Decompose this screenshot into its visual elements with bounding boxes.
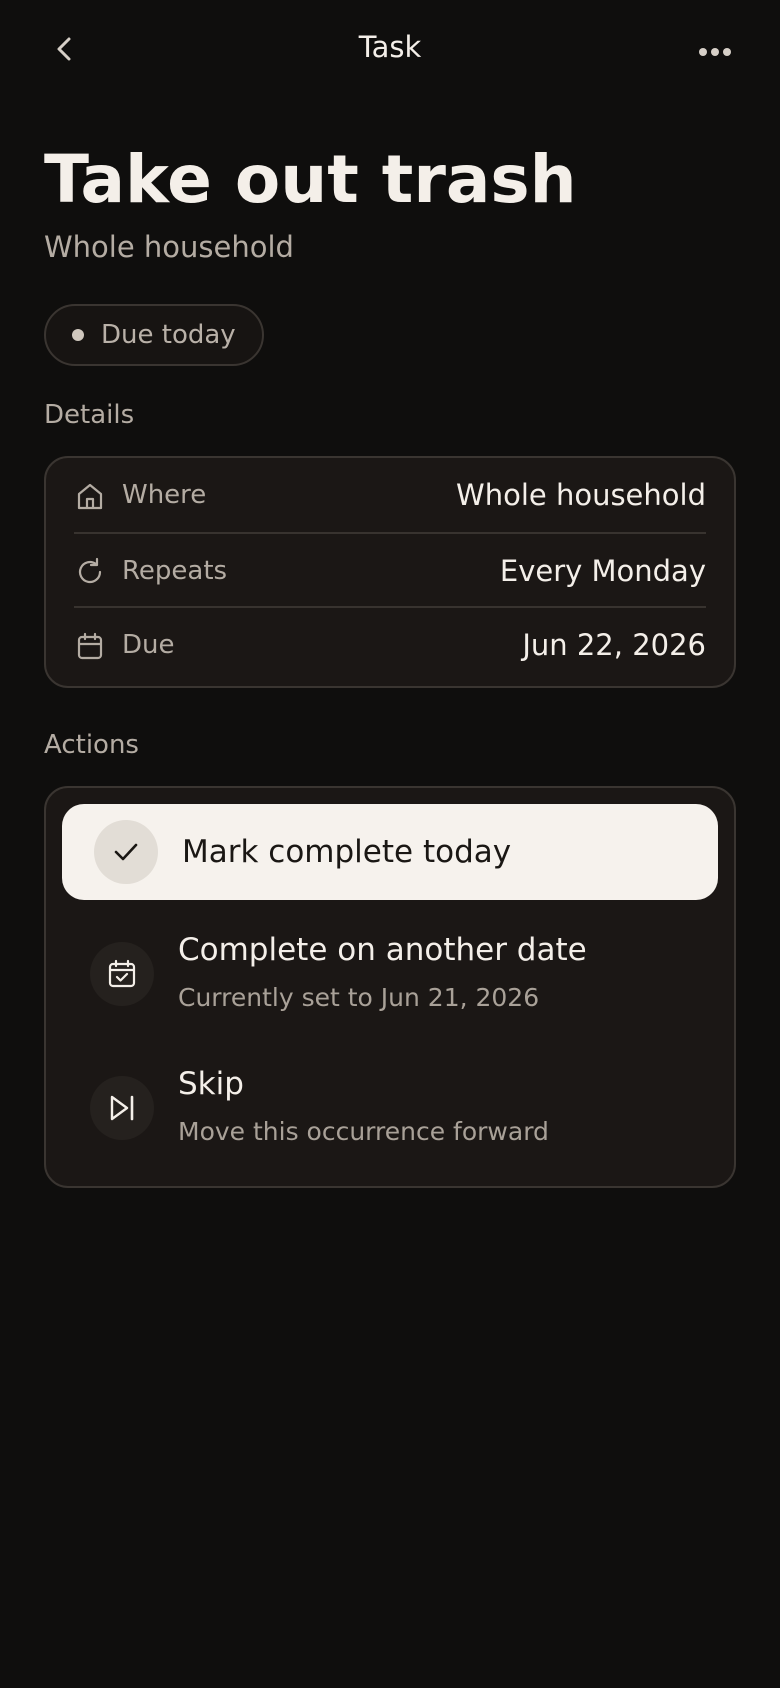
status-dot-icon <box>72 329 84 341</box>
detail-label: Where <box>122 480 207 510</box>
skip-forward-icon <box>90 1076 154 1140</box>
status-text: Due today <box>101 320 236 350</box>
action-title: Skip <box>178 1066 244 1102</box>
detail-row-due: Due Jun 22, 2026 <box>74 606 706 682</box>
action-text: Complete on another date Currently set t… <box>178 930 587 1014</box>
calendar-icon <box>74 630 106 662</box>
action-text: Skip Move this occurrence forward <box>178 1064 549 1148</box>
home-icon <box>74 480 106 512</box>
more-horizontal-icon <box>698 42 732 61</box>
detail-row-repeats: Repeats Every Monday <box>74 532 706 608</box>
detail-value: Whole household <box>456 478 706 512</box>
complete-on-another-date-button[interactable]: Complete on another date Currently set t… <box>90 930 690 1040</box>
detail-row-where: Where Whole household <box>74 458 706 532</box>
top-bar: Task <box>0 0 780 100</box>
actions-section-label: Actions <box>44 730 139 760</box>
status-badge: Due today <box>44 304 264 366</box>
action-subtitle: Move this occurrence forward <box>178 1117 549 1146</box>
action-title: Complete on another date <box>178 932 587 968</box>
details-section-label: Details <box>44 400 135 430</box>
primary-action-label: Mark complete today <box>182 834 512 870</box>
details-card: Where Whole household Repeats Every Mond… <box>44 456 736 688</box>
mark-complete-today-button[interactable]: Mark complete today <box>62 804 718 900</box>
actions-card: Mark complete today Complete on another … <box>44 786 736 1188</box>
skip-button[interactable]: Skip Move this occurrence forward <box>90 1064 690 1174</box>
detail-value: Jun 22, 2026 <box>522 628 706 662</box>
detail-label: Due <box>122 630 175 660</box>
page-subtitle: Whole household <box>44 230 294 264</box>
page-title: Take out trash <box>44 141 577 218</box>
action-subtitle: Currently set to Jun 21, 2026 <box>178 983 540 1012</box>
detail-value: Every Monday <box>499 554 706 588</box>
more-options-button[interactable] <box>690 26 740 76</box>
detail-label: Repeats <box>122 556 228 586</box>
topbar-title: Task <box>358 30 422 64</box>
calendar-check-icon <box>90 942 154 1006</box>
check-icon <box>94 820 158 884</box>
repeat-icon <box>74 556 106 588</box>
